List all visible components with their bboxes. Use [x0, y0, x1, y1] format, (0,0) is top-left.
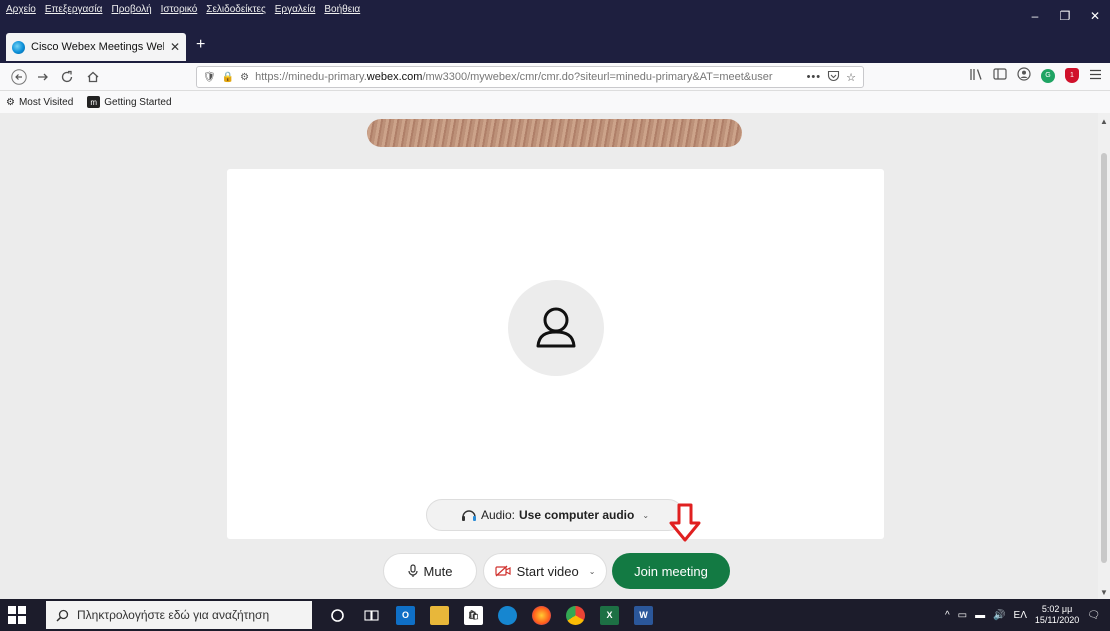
- notifications-icon[interactable]: 🗨: [1087, 610, 1100, 621]
- mute-button[interactable]: Mute: [383, 553, 477, 589]
- mozilla-icon: m: [87, 96, 101, 108]
- menu-view[interactable]: Προβολή: [111, 4, 151, 15]
- reload-icon[interactable]: [56, 66, 78, 88]
- menu-bar: Αρχείο Επεξεργασία Προβολή Ιστορικό Σελι…: [6, 4, 360, 15]
- menu-file[interactable]: Αρχείο: [6, 4, 36, 15]
- video-preview-card: [227, 169, 884, 539]
- file-explorer-icon[interactable]: [430, 605, 449, 625]
- home-icon[interactable]: [82, 66, 104, 88]
- page-scrollbar[interactable]: ▲ ▼: [1098, 113, 1110, 599]
- edge-icon[interactable]: [498, 605, 517, 625]
- headset-icon: [461, 510, 476, 521]
- menu-help[interactable]: Βοήθεια: [324, 4, 360, 15]
- tab-webex[interactable]: Cisco Webex Meetings Web Ap ✕: [6, 33, 186, 61]
- menu-history[interactable]: Ιστορικό: [161, 4, 198, 15]
- bookmark-star-icon[interactable]: ☆: [846, 71, 857, 84]
- audio-value: Use computer audio: [518, 508, 635, 522]
- search-icon: [56, 609, 69, 622]
- chevron-down-icon[interactable]: ⌄: [589, 567, 596, 576]
- lock-icon[interactable]: 🔒: [222, 72, 234, 83]
- menu-edit[interactable]: Επεξεργασία: [45, 4, 103, 15]
- scroll-down-icon[interactable]: ▼: [1100, 588, 1108, 597]
- chevron-up-icon[interactable]: ^: [945, 610, 950, 621]
- bookmark-getting-started[interactable]: m Getting Started: [87, 96, 172, 108]
- new-tab-button[interactable]: +: [196, 37, 205, 53]
- library-icon[interactable]: [969, 68, 983, 84]
- language-indicator[interactable]: ΕΛ: [1014, 610, 1027, 621]
- minimize-button[interactable]: –: [1020, 0, 1050, 31]
- gear-icon: ⚙: [6, 96, 15, 108]
- shield-icon[interactable]: 🛡: [203, 72, 216, 83]
- navigation-bar: 🛡 🔒 ⚙ https://minedu-primary.webex.com/m…: [0, 63, 1110, 91]
- page-actions-icon[interactable]: •••: [807, 71, 822, 83]
- chrome-icon[interactable]: [566, 605, 585, 625]
- windows-taskbar: Πληκτρολογήστε εδώ για αναζήτηση O 🛍 X W…: [0, 599, 1110, 631]
- task-view-icon[interactable]: [362, 606, 381, 625]
- audio-selector[interactable]: Audio: Use computer audio ⌄: [426, 499, 684, 531]
- audio-label: Audio:: [480, 508, 515, 522]
- word-icon[interactable]: W: [634, 605, 653, 625]
- scroll-up-icon[interactable]: ▲: [1100, 117, 1108, 126]
- microphone-icon: [407, 564, 418, 577]
- windows-start-icon[interactable]: [8, 606, 26, 624]
- webex-favicon-icon: [12, 40, 25, 54]
- sidebar-icon[interactable]: [993, 68, 1007, 83]
- join-meeting-button[interactable]: Join meeting: [612, 553, 730, 589]
- start-video-button[interactable]: Start video ⌄: [483, 553, 607, 589]
- clock[interactable]: 5:02 μμ 15/11/2020: [1035, 604, 1079, 626]
- taskbar-search[interactable]: Πληκτρολογήστε εδώ για αναζήτηση: [46, 601, 312, 629]
- camera-off-icon: [494, 565, 511, 577]
- bookmarks-bar: ⚙ Most Visited m Getting Started: [0, 91, 1110, 113]
- cortana-icon[interactable]: [328, 606, 347, 625]
- grammarly-extension-icon[interactable]: G: [1041, 68, 1055, 83]
- ublock-extension-icon[interactable]: 1: [1065, 68, 1079, 83]
- menu-tools[interactable]: Εργαλεία: [275, 4, 316, 15]
- webex-page: Audio: Use computer audio ⌄ Mute Start v…: [0, 113, 1098, 599]
- red-arrow-down-icon: [669, 503, 701, 542]
- store-icon[interactable]: 🛍: [464, 605, 483, 625]
- outlook-icon[interactable]: O: [396, 605, 415, 625]
- tab-strip: Cisco Webex Meetings Web Ap ✕ +: [0, 31, 1110, 63]
- forward-icon[interactable]: [32, 66, 54, 88]
- battery-icon[interactable]: ▬: [975, 610, 985, 621]
- firefox-icon[interactable]: [532, 605, 551, 625]
- tab-close-icon[interactable]: ✕: [170, 40, 180, 54]
- title-bar: Αρχείο Επεξεργασία Προβολή Ιστορικό Σελι…: [0, 0, 1110, 31]
- menu-hamburger-icon[interactable]: [1089, 69, 1102, 83]
- address-bar[interactable]: 🛡 🔒 ⚙ https://minedu-primary.webex.com/m…: [196, 66, 864, 88]
- redacted-scribble: [367, 119, 742, 147]
- volume-icon[interactable]: 🔊: [993, 610, 1005, 621]
- close-window-button[interactable]: ✕: [1080, 0, 1110, 31]
- account-icon[interactable]: [1017, 67, 1031, 84]
- person-icon: [536, 307, 576, 348]
- pocket-icon[interactable]: [827, 70, 840, 85]
- network-icon[interactable]: ▭: [958, 610, 967, 621]
- chevron-down-icon: ⌄: [642, 510, 650, 520]
- menu-bookmarks[interactable]: Σελιδοδείκτες: [206, 4, 265, 15]
- tab-title: Cisco Webex Meetings Web Ap: [31, 41, 164, 53]
- maximize-button[interactable]: ❐: [1050, 0, 1080, 31]
- url-text[interactable]: https://minedu-primary.webex.com/mw3300/…: [255, 71, 800, 83]
- back-icon[interactable]: [8, 66, 30, 88]
- excel-icon[interactable]: X: [600, 605, 619, 625]
- bookmark-most-visited[interactable]: ⚙ Most Visited: [6, 97, 73, 108]
- avatar: [508, 280, 604, 376]
- scrollbar-thumb[interactable]: [1101, 153, 1107, 563]
- permissions-icon[interactable]: ⚙: [240, 72, 249, 83]
